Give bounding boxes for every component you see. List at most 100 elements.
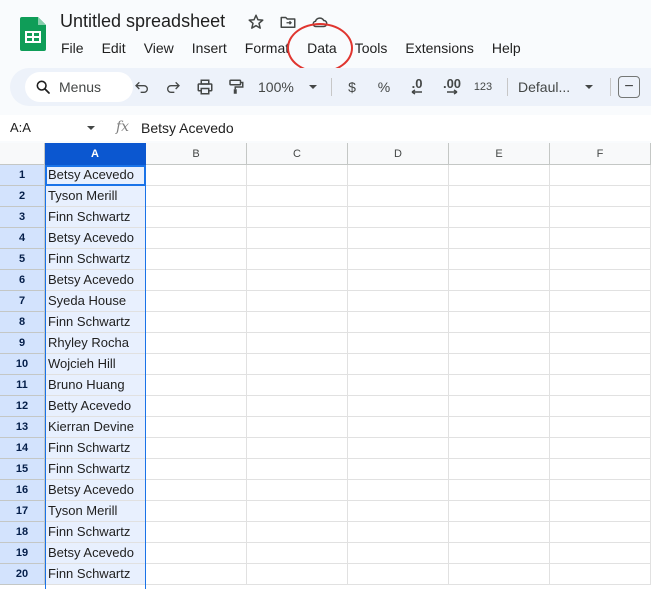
cell-d[interactable] bbox=[348, 501, 449, 522]
cell-c[interactable] bbox=[247, 228, 348, 249]
cell-b[interactable] bbox=[146, 354, 247, 375]
cell-c[interactable] bbox=[247, 312, 348, 333]
row-header[interactable]: 17 bbox=[0, 501, 45, 522]
cell-c[interactable] bbox=[247, 564, 348, 585]
cell-a[interactable]: Finn Schwartz bbox=[45, 459, 146, 480]
row-header[interactable]: 9 bbox=[0, 333, 45, 354]
cell-a[interactable]: Betty Acevedo bbox=[45, 396, 146, 417]
row-header[interactable]: 18 bbox=[0, 522, 45, 543]
cell-b[interactable] bbox=[146, 270, 247, 291]
cell-f[interactable] bbox=[550, 438, 651, 459]
cell-e[interactable] bbox=[449, 249, 550, 270]
cell-c[interactable] bbox=[247, 459, 348, 480]
cell-d[interactable] bbox=[348, 270, 449, 291]
cell-f[interactable] bbox=[550, 333, 651, 354]
cell-d[interactable] bbox=[348, 165, 449, 186]
cell-b[interactable] bbox=[146, 564, 247, 585]
cell-c[interactable] bbox=[247, 249, 348, 270]
cell-c[interactable] bbox=[247, 165, 348, 186]
cell-e[interactable] bbox=[449, 270, 550, 291]
row-header[interactable]: 20 bbox=[0, 564, 45, 585]
cell-c[interactable] bbox=[247, 417, 348, 438]
row-header[interactable]: 5 bbox=[0, 249, 45, 270]
column-header-d[interactable]: D bbox=[348, 143, 449, 165]
cell-f[interactable] bbox=[550, 249, 651, 270]
cell-a[interactable]: Betsy Acevedo bbox=[45, 543, 146, 564]
cell-b[interactable] bbox=[146, 417, 247, 438]
document-title[interactable]: Untitled spreadsheet bbox=[60, 11, 225, 32]
more-formats-button[interactable]: 123 bbox=[472, 77, 494, 97]
menu-view[interactable]: View bbox=[135, 37, 183, 59]
cell-a[interactable]: Finn Schwartz bbox=[45, 312, 146, 333]
cell-a[interactable]: Betsy Acevedo bbox=[45, 480, 146, 501]
column-header-e[interactable]: E bbox=[449, 143, 550, 165]
cell-f[interactable] bbox=[550, 186, 651, 207]
cell-b[interactable] bbox=[146, 333, 247, 354]
spreadsheet-grid[interactable]: A B C D E F 1 Betsy Acevedo 2 Tyson Merill 3 Finn S… bbox=[0, 143, 651, 589]
cell-c[interactable] bbox=[247, 375, 348, 396]
cell-b[interactable] bbox=[146, 438, 247, 459]
cell-a[interactable]: Betsy Acevedo bbox=[45, 165, 146, 186]
currency-format-button[interactable]: $ bbox=[344, 77, 360, 97]
cell-e[interactable] bbox=[449, 480, 550, 501]
cell-d[interactable] bbox=[348, 354, 449, 375]
paint-format-icon[interactable] bbox=[226, 77, 246, 97]
font-select[interactable]: Defaul... bbox=[518, 77, 598, 97]
cell-e[interactable] bbox=[449, 354, 550, 375]
row-header[interactable]: 3 bbox=[0, 207, 45, 228]
cell-e[interactable] bbox=[449, 396, 550, 417]
cell-a[interactable]: Betsy Acevedo bbox=[45, 270, 146, 291]
cell-f[interactable] bbox=[550, 501, 651, 522]
cell-a[interactable]: Kierran Devine bbox=[45, 417, 146, 438]
cell-d[interactable] bbox=[348, 333, 449, 354]
cell-d[interactable] bbox=[348, 438, 449, 459]
cell-a[interactable]: Betsy Acevedo bbox=[45, 228, 146, 249]
cell-d[interactable] bbox=[348, 459, 449, 480]
cell-f[interactable] bbox=[550, 165, 651, 186]
column-header-f[interactable]: F bbox=[550, 143, 651, 165]
cell-e[interactable] bbox=[449, 417, 550, 438]
cell-f[interactable] bbox=[550, 543, 651, 564]
decrease-decimal-button[interactable]: .0 bbox=[405, 77, 429, 97]
cell-a[interactable]: Finn Schwartz bbox=[45, 438, 146, 459]
cell-b[interactable] bbox=[146, 228, 247, 249]
cell-f[interactable] bbox=[550, 207, 651, 228]
cell-c[interactable] bbox=[247, 501, 348, 522]
cell-d[interactable] bbox=[348, 480, 449, 501]
cell-d[interactable] bbox=[348, 186, 449, 207]
cell-b[interactable] bbox=[146, 396, 247, 417]
cell-b[interactable] bbox=[146, 480, 247, 501]
print-icon[interactable] bbox=[195, 77, 215, 97]
search-menus-button[interactable]: Menus bbox=[25, 72, 133, 102]
cell-c[interactable] bbox=[247, 543, 348, 564]
cell-c[interactable] bbox=[247, 186, 348, 207]
cell-b[interactable] bbox=[146, 207, 247, 228]
star-icon[interactable] bbox=[246, 12, 266, 32]
column-header-a[interactable]: A bbox=[45, 143, 146, 165]
cell-a[interactable]: Finn Schwartz bbox=[45, 249, 146, 270]
cell-c[interactable] bbox=[247, 291, 348, 312]
cell-b[interactable] bbox=[146, 543, 247, 564]
zoom-select[interactable]: 100% bbox=[258, 77, 320, 97]
undo-icon[interactable] bbox=[132, 77, 152, 97]
cell-c[interactable] bbox=[247, 270, 348, 291]
cell-e[interactable] bbox=[449, 459, 550, 480]
cell-d[interactable] bbox=[348, 543, 449, 564]
cell-e[interactable] bbox=[449, 438, 550, 459]
cell-c[interactable] bbox=[247, 333, 348, 354]
menu-format[interactable]: Format bbox=[236, 37, 298, 59]
cell-a[interactable]: Bruno Huang bbox=[45, 375, 146, 396]
sheets-logo-icon[interactable] bbox=[20, 17, 46, 51]
cell-f[interactable] bbox=[550, 354, 651, 375]
column-header-c[interactable]: C bbox=[247, 143, 348, 165]
row-header[interactable]: 4 bbox=[0, 228, 45, 249]
row-header[interactable]: 14 bbox=[0, 438, 45, 459]
cell-a[interactable]: Tyson Merill bbox=[45, 501, 146, 522]
cell-e[interactable] bbox=[449, 375, 550, 396]
row-header[interactable]: 19 bbox=[0, 543, 45, 564]
cell-c[interactable] bbox=[247, 207, 348, 228]
cell-a[interactable]: Rhyley Rocha bbox=[45, 333, 146, 354]
cell-e[interactable] bbox=[449, 291, 550, 312]
menu-data[interactable]: Data bbox=[298, 37, 346, 59]
menu-edit[interactable]: Edit bbox=[93, 37, 135, 59]
